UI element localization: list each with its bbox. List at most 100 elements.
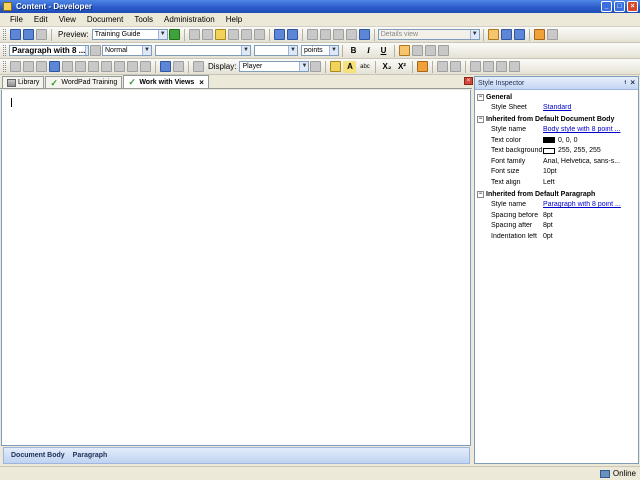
section-title: Inherited from Default Document Body: [486, 116, 615, 123]
menu-tools[interactable]: Tools: [134, 15, 153, 24]
bulleted-list-icon[interactable]: [450, 61, 462, 72]
insert-field-icon[interactable]: [114, 61, 125, 72]
underline-button[interactable]: U: [377, 45, 390, 57]
tab-work-with-views[interactable]: ✓ Work with Views ×: [123, 75, 209, 88]
display-go-icon[interactable]: [310, 61, 322, 72]
section-header[interactable]: − Inherited from Default Paragraph: [475, 190, 638, 200]
eraser-icon[interactable]: [417, 61, 429, 72]
insert-grid-icon[interactable]: [75, 61, 86, 72]
collapse-icon[interactable]: −: [477, 93, 484, 101]
size-select[interactable]: ▼: [254, 45, 298, 56]
breadcrumb: Document Body Paragraph: [3, 447, 470, 464]
maximize-button[interactable]: □: [614, 1, 625, 12]
insert-object-icon[interactable]: [140, 61, 151, 72]
close-pane-icon[interactable]: ×: [464, 77, 473, 85]
insert-table-icon[interactable]: [62, 61, 73, 72]
close-tab-icon[interactable]: ×: [199, 78, 204, 87]
copy-icon[interactable]: [201, 29, 213, 40]
bold-button[interactable]: B: [347, 45, 360, 57]
undo-icon[interactable]: [273, 29, 285, 40]
mode-select[interactable]: Normal ▼: [102, 45, 152, 56]
help-icon[interactable]: [358, 29, 370, 40]
prop-value-link[interactable]: Body style with 8 point ...: [543, 126, 638, 133]
prop-value-link[interactable]: Standard: [543, 104, 638, 111]
prop-value-link[interactable]: Paragraph with 8 point ...: [543, 201, 638, 208]
insert-image-icon[interactable]: [10, 61, 21, 72]
display-select[interactable]: Player ▼: [239, 61, 310, 72]
section-header[interactable]: − General: [475, 92, 638, 102]
collapse-icon[interactable]: −: [477, 191, 484, 198]
pin-icon[interactable]: ᵻ: [624, 79, 626, 86]
superscript-button[interactable]: X²: [395, 61, 408, 73]
save-icon[interactable]: [23, 29, 34, 40]
subscript-button[interactable]: X₂: [380, 61, 393, 73]
align-right-icon[interactable]: [425, 45, 436, 56]
menu-view[interactable]: View: [59, 15, 76, 24]
align-left-icon[interactable]: [399, 45, 410, 56]
layout-single-icon[interactable]: [487, 29, 499, 40]
anchor-icon[interactable]: [49, 61, 60, 72]
insert-media-icon[interactable]: [127, 61, 138, 72]
menu-document[interactable]: Document: [87, 15, 123, 24]
go-preview-icon[interactable]: [168, 29, 180, 40]
close-icon[interactable]: ×: [630, 78, 635, 87]
insert-link-icon[interactable]: [23, 61, 34, 72]
menu-administration[interactable]: Administration: [164, 15, 215, 24]
find-text-icon[interactable]: [160, 61, 171, 72]
layout-columns-icon[interactable]: [513, 29, 525, 40]
outdent-icon[interactable]: [483, 61, 495, 72]
replace-icon[interactable]: [253, 29, 265, 40]
breadcrumb-document-body[interactable]: Document Body: [11, 452, 65, 459]
tab-wordpad-training[interactable]: ✓ WordPad Training: [45, 76, 123, 88]
tab-library[interactable]: Library: [2, 76, 45, 88]
align-justify-icon[interactable]: [438, 45, 449, 56]
link-icon[interactable]: [306, 29, 318, 40]
toolbar-grip[interactable]: [3, 61, 6, 72]
delete-icon[interactable]: [227, 29, 239, 40]
quote-icon[interactable]: [496, 61, 508, 72]
collapse-icon[interactable]: −: [477, 116, 484, 123]
style-select[interactable]: Paragraph with 8 ... ▼: [9, 45, 89, 56]
view-select[interactable]: Details view ▼: [377, 29, 480, 40]
new-document-icon[interactable]: [10, 29, 21, 40]
properties-icon[interactable]: [533, 29, 545, 40]
preview-select[interactable]: Training Guide ▼: [91, 29, 168, 40]
menu-file[interactable]: File: [10, 15, 23, 24]
page-icon[interactable]: [193, 61, 204, 72]
toolbar-grip[interactable]: [3, 45, 6, 56]
tag-icon[interactable]: [330, 61, 342, 72]
menu-help[interactable]: Help: [226, 15, 242, 24]
minimize-button[interactable]: _: [601, 1, 612, 12]
spell-abc-button[interactable]: abc: [358, 61, 371, 73]
cut-icon[interactable]: [188, 29, 200, 40]
italic-button[interactable]: I: [362, 45, 375, 57]
font-select[interactable]: ▼: [155, 45, 251, 56]
check-icon[interactable]: [345, 29, 357, 40]
indent-icon[interactable]: [470, 61, 482, 72]
print-icon[interactable]: [36, 29, 47, 40]
tools-icon[interactable]: [173, 61, 184, 72]
scissors-icon[interactable]: [36, 61, 47, 72]
paste-icon[interactable]: [214, 29, 226, 40]
section-header[interactable]: − Inherited from Default Document Body: [475, 115, 638, 125]
insert-box-icon[interactable]: [88, 61, 99, 72]
unlink-icon[interactable]: [319, 29, 331, 40]
toolbar-grip[interactable]: [3, 29, 6, 40]
breadcrumb-paragraph[interactable]: Paragraph: [73, 452, 108, 459]
highlight-button[interactable]: A: [343, 60, 357, 73]
redo-icon[interactable]: [286, 29, 298, 40]
document-editor[interactable]: [1, 90, 471, 446]
align-center-icon[interactable]: [412, 45, 423, 56]
refresh-icon[interactable]: [546, 29, 558, 40]
unit-select[interactable]: points ▼: [301, 45, 339, 56]
omega-icon[interactable]: [101, 61, 112, 72]
menu-edit[interactable]: Edit: [34, 15, 48, 24]
spacing-icon[interactable]: [509, 61, 521, 72]
numbered-list-icon[interactable]: [437, 61, 449, 72]
find-icon[interactable]: [240, 29, 252, 40]
prop-row: Font size 10pt: [475, 167, 638, 178]
layout-split-icon[interactable]: [500, 29, 512, 40]
spellcheck-icon[interactable]: [332, 29, 344, 40]
style-brush-icon[interactable]: [90, 45, 101, 56]
close-button[interactable]: ×: [627, 1, 638, 12]
